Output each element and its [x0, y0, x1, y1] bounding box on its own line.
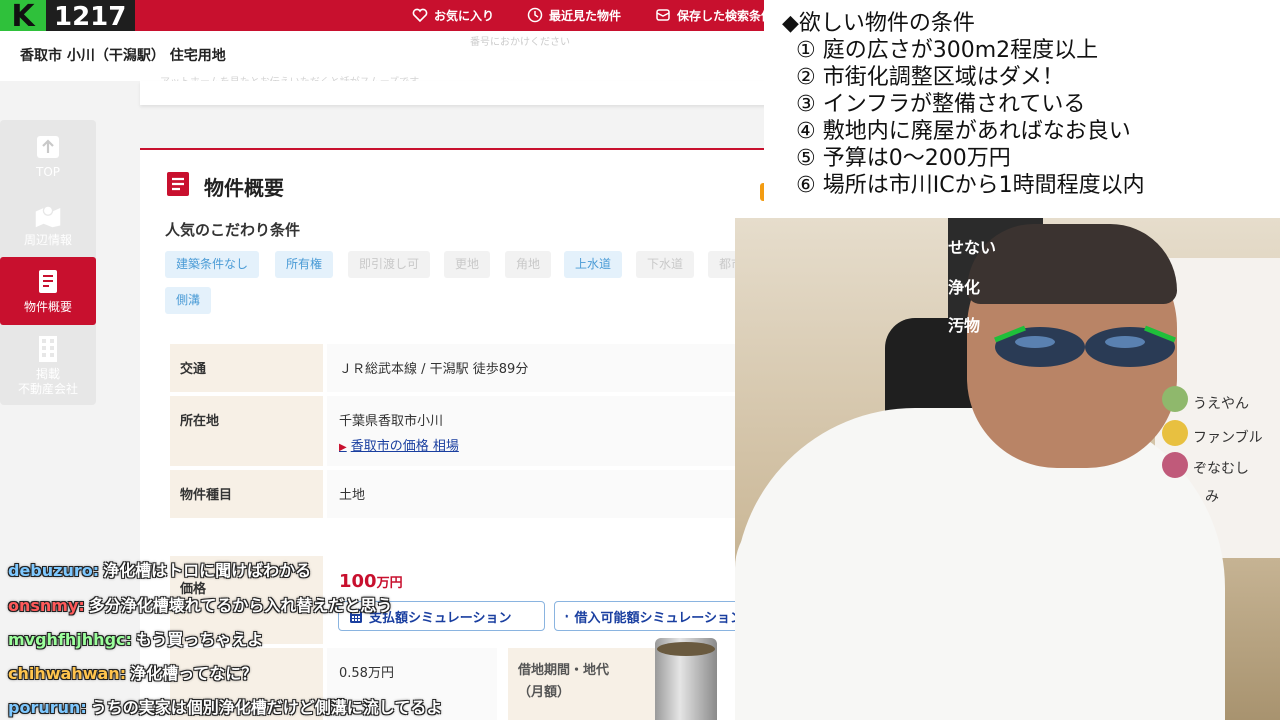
- side-nav: TOP 周辺情報 物件概要 掲載 不動産会社: [0, 120, 96, 405]
- lease-label-line1: 借地期間・地代: [518, 663, 610, 678]
- arrow-up-icon: [34, 133, 62, 161]
- conditions-notes: ◆欲しい物件の条件 ① 庭の広さが300m2程度以上 ② 市街化調整区域はダメ！…: [764, 0, 1280, 218]
- document-icon: [34, 268, 62, 296]
- loan-simulation-label: 借入可能額シミュレーション: [574, 610, 743, 626]
- avatar: [1162, 386, 1188, 412]
- nav-top-label: TOP: [35, 164, 60, 179]
- tag-immediate-handover: 即引渡し可: [348, 251, 431, 278]
- price-number: 100: [339, 571, 377, 592]
- viewer-count: 1217: [54, 1, 127, 32]
- saved-search-link[interactable]: 保存した検索条件: [655, 2, 767, 28]
- chat-user: onsnmy:: [8, 596, 85, 615]
- chat-message: mvghfhjhhgc: もう買っちゃえよ: [8, 626, 263, 650]
- chat-message: onsnmy: 多分浄化槽壊れてるから入れ替えだと思う: [8, 592, 392, 616]
- lease-label: 借地期間・地代 （月額）: [508, 648, 658, 720]
- house-icon: [565, 614, 569, 618]
- address-label: 所在地: [170, 396, 323, 466]
- transport-label: 交通: [170, 344, 323, 392]
- nav-agency[interactable]: 掲載 不動産会社: [0, 328, 96, 404]
- notes-item-5: ⑤ 予算は0～200万円: [796, 146, 1011, 171]
- avatar: [1162, 420, 1188, 446]
- notes-title: ◆欲しい物件の条件: [782, 11, 975, 36]
- nav-agency-label-1: 掲載: [35, 367, 60, 381]
- chat-message: chihwahwan: 浄化槽ってなに？: [8, 660, 257, 684]
- transport-text: ＪＲ総武本線 / 干潟駅 徒歩89分: [339, 362, 529, 377]
- nav-surroundings-label: 周辺情報: [23, 232, 72, 247]
- loan-simulation-button[interactable]: 借入可能額シミュレーション: [554, 601, 754, 631]
- tag-vacant-land: 更地: [444, 251, 491, 278]
- tag-corner-lot: 角地: [505, 251, 552, 278]
- property-title: 香取市 小川（干潟駅） 住宅用地: [20, 48, 226, 64]
- contact-card-bottom: [140, 81, 770, 105]
- tag-gutter: 側溝: [165, 287, 212, 314]
- side-name-4: み: [1205, 489, 1219, 505]
- cam-text-1: せない: [948, 238, 997, 257]
- chat-message: debuzuro: 浄化槽はトロに聞けばわかる: [8, 557, 311, 581]
- saved-search-label: 保存した検索条件: [677, 8, 767, 23]
- tag-water-supply: 上水道: [564, 251, 623, 278]
- chat-user: mvghfhjhhgc:: [8, 630, 132, 649]
- webcam-feed: せない 浄化 汚物 うえやん ファンブル ぞなむし み: [735, 218, 1280, 720]
- tag-ownership: 所有権: [275, 251, 334, 278]
- notes-item-1: ① 庭の広さが300m2程度以上: [796, 38, 1099, 63]
- popular-conditions-title: 人気のこだわり条件: [165, 221, 301, 239]
- cam-text-2: 浄化: [948, 278, 981, 297]
- section-title: 物件概要: [204, 176, 284, 200]
- favorites-label: お気に入り: [434, 8, 495, 23]
- cam-text-3: 汚物: [948, 316, 981, 335]
- nav-agency-label-2: 不動産会社: [17, 382, 78, 396]
- side-name-1: うえやん: [1193, 396, 1249, 412]
- tag-sewer: 下水道: [636, 251, 695, 278]
- nav-overview[interactable]: 物件概要: [0, 257, 96, 325]
- streamer-shirt: [735, 408, 1225, 720]
- logo-letter: K: [0, 0, 46, 33]
- price-market-link-text: 香取市の価格 相場: [350, 439, 459, 454]
- chat-message: porurun: うちの実家は個別浄化槽だけど側溝に流してるよ: [8, 694, 442, 718]
- chat-text: 浄化槽はトロに聞けばわかる: [103, 561, 312, 580]
- clock-icon: [527, 7, 543, 23]
- map-pin-icon: [34, 201, 62, 229]
- property-type-text: 土地: [339, 488, 366, 503]
- recent-link[interactable]: 最近見た物件: [527, 2, 621, 28]
- building-icon: [34, 335, 62, 363]
- tag-no-build-condition: 建築条件なし: [165, 251, 260, 278]
- lease-label-line2: （月額）: [518, 685, 571, 701]
- favorites-link[interactable]: お気に入り: [412, 2, 494, 28]
- sunglasses: [994, 325, 1176, 367]
- notes-item-3: ③ インフラが整備されている: [796, 92, 1086, 117]
- side-name-3: ぞなむし: [1193, 461, 1249, 477]
- notes-item-6: ⑥ 場所は市川ICから1時間程度以内: [796, 173, 1145, 198]
- streamer-hair: [967, 224, 1177, 304]
- document-icon: [167, 172, 189, 196]
- price-unit: 万円: [376, 576, 403, 591]
- nav-overview-label: 物件概要: [23, 299, 72, 314]
- chat-user: chihwahwan:: [8, 664, 127, 683]
- bookmark-icon: [655, 7, 671, 23]
- triangle-right-icon: ▶: [339, 442, 347, 453]
- avatar: [1162, 452, 1188, 478]
- price-value: 100万円: [339, 571, 403, 592]
- cup-coffee: [657, 642, 715, 656]
- nav-top[interactable]: TOP: [0, 122, 96, 190]
- stream-badge: K 1217: [0, 0, 135, 33]
- chat-text: 浄化槽ってなに？: [130, 664, 258, 683]
- chat-text: もう買っちゃえよ: [135, 630, 264, 649]
- heart-icon: [412, 7, 428, 23]
- recent-label: 最近見た物件: [549, 8, 622, 23]
- chat-user: porurun:: [8, 698, 87, 717]
- property-type-label: 物件種目: [170, 470, 323, 518]
- side-name-2: ファンブル: [1193, 430, 1263, 446]
- notes-item-2: ② 市街化調整区域はダメ！: [796, 65, 1065, 90]
- chat-text: 多分浄化槽壊れてるから入れ替えだと思う: [88, 596, 393, 615]
- chat-user: debuzuro:: [8, 561, 100, 580]
- nav-surroundings[interactable]: 周辺情報: [0, 190, 96, 258]
- address-text: 千葉県香取市小川: [339, 414, 444, 429]
- faint-call-text: 番号におかけください: [470, 37, 570, 48]
- notes-item-4: ④ 敷地内に廃屋があればなお良い: [796, 119, 1131, 144]
- chat-text: うちの実家は個別浄化槽だけど側溝に流してるよ: [90, 698, 443, 717]
